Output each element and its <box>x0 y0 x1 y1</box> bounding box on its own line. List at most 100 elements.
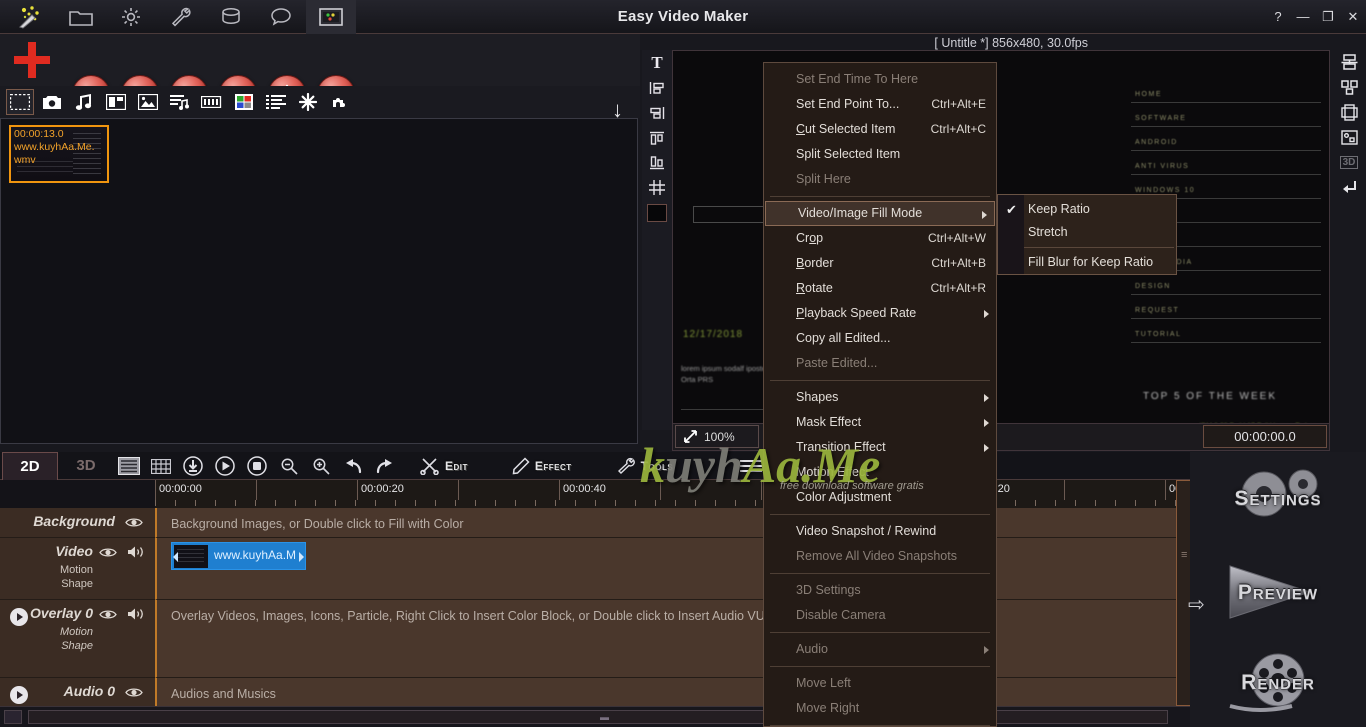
menu-item-split-selected-item[interactable]: Split Selected Item <box>764 142 996 167</box>
track-sub-motion[interactable]: Motion <box>60 564 93 576</box>
submenu-item-keep-ratio[interactable]: ✔ Keep Ratio <box>998 198 1176 221</box>
close-button[interactable]: ✕ <box>1346 10 1360 24</box>
track-head[interactable]: Video Motion Shape <box>0 538 155 600</box>
menu-item-mask-effect[interactable]: Mask Effect <box>764 410 996 435</box>
effect-menu-button[interactable]: Effect <box>512 457 572 475</box>
submenu-item-stretch[interactable]: Stretch <box>998 221 1176 244</box>
track-sub-shape[interactable]: Shape <box>61 578 93 590</box>
track-body[interactable]: Overlay Videos, Images, Icons, Particle,… <box>155 600 1190 678</box>
menu-item-border[interactable]: Border Ctrl+Alt+B <box>764 251 996 276</box>
track-head[interactable]: Background <box>0 508 155 538</box>
menu-item-video-image-fill-mode[interactable]: Video/Image Fill Mode <box>765 201 995 226</box>
grid-icon[interactable] <box>642 175 672 200</box>
menu-item-cut-selected-item[interactable]: Cut Selected Item Ctrl+Alt+C <box>764 117 996 142</box>
track-background[interactable]: Background Background Images, or Double … <box>0 508 1190 538</box>
menu-item-transition-effect[interactable]: Transition Effect <box>764 435 996 460</box>
track-list-button[interactable] <box>118 455 140 477</box>
color-block-icon[interactable] <box>230 89 258 115</box>
storyboard-button[interactable] <box>150 455 172 477</box>
timeline-ruler[interactable]: 00:00:00 00:00:20 00:00:40 00:01:00 00:0… <box>0 480 1212 508</box>
stop-button[interactable] <box>246 455 268 477</box>
menu-item-set-end-point-to[interactable]: Set End Point To... Ctrl+Alt+E <box>764 92 996 117</box>
puzzle-icon[interactable] <box>326 89 354 115</box>
render-action[interactable]: Render <box>1208 652 1348 714</box>
media-library-panel[interactable]: ↓ 00:00:13.0 www.kuyhAa.Me. wmv <box>0 97 638 444</box>
track-video[interactable]: Video Motion Shape www.kuyhAa.M <box>0 538 1190 600</box>
submenu-item-fill-blur[interactable]: Fill Blur for Keep Ratio <box>998 251 1176 274</box>
edit-menu-button[interactable]: Edit <box>420 457 468 475</box>
eye-icon[interactable] <box>125 516 143 530</box>
video-clip[interactable]: www.kuyhAa.M <box>171 542 306 570</box>
speaker-icon[interactable] <box>127 607 145 621</box>
timeline-horizontal-scrollbar[interactable]: ▬ <box>0 706 1190 727</box>
align-right-icon[interactable] <box>642 100 672 125</box>
particle-star-icon[interactable] <box>294 89 322 115</box>
settings-action[interactable]: Settings <box>1208 468 1348 530</box>
track-body[interactable]: Background Images, or Double click to Fi… <box>155 508 1190 538</box>
expand-toggle[interactable] <box>10 686 28 704</box>
eye-icon[interactable] <box>125 686 143 700</box>
zoom-in-button[interactable] <box>310 455 332 477</box>
menu-item-playback-speed-rate[interactable]: Playback Speed Rate <box>764 301 996 326</box>
align-bottom-icon[interactable] <box>642 150 672 175</box>
undo-arrow-icon[interactable] <box>1332 175 1366 200</box>
audio-list-icon[interactable] <box>166 89 194 115</box>
clip-left-handle[interactable] <box>173 552 178 562</box>
ruler-mark-minor <box>458 480 462 500</box>
clip-right-handle[interactable] <box>299 552 304 562</box>
color-swatch[interactable] <box>647 204 667 222</box>
menu-item-video-snapshot-rewind[interactable]: Video Snapshot / Rewind <box>764 519 996 544</box>
eye-icon[interactable] <box>99 608 117 622</box>
zoom-out-button[interactable] <box>278 455 300 477</box>
menu-item-rotate[interactable]: Rotate Ctrl+Alt+R <box>764 276 996 301</box>
track-body[interactable]: www.kuyhAa.M <box>155 538 1190 600</box>
tab-2d[interactable]: 2D <box>2 452 58 480</box>
eye-icon[interactable] <box>99 546 117 560</box>
menu-item-copy-all-edited[interactable]: Copy all Edited... <box>764 326 996 351</box>
menu-item-crop[interactable]: Crop Ctrl+Alt+W <box>764 226 996 251</box>
video-filmstrip-icon[interactable] <box>6 89 34 115</box>
minimize-button[interactable]: — <box>1296 10 1310 24</box>
maximize-button[interactable]: ❐ <box>1321 10 1335 24</box>
library-item[interactable]: 00:00:13.0 www.kuyhAa.Me. wmv <box>9 125 109 183</box>
play-button[interactable] <box>214 455 236 477</box>
tools-menu-button[interactable]: Tools <box>616 457 674 475</box>
track-overlay-0[interactable]: Overlay 0 Motion Shape Overlay Videos, I… <box>0 600 1190 678</box>
menu-item-motion-effect[interactable]: Motion Effect <box>764 460 996 485</box>
layout-split-icon[interactable] <box>1332 50 1366 75</box>
menu-item-shapes[interactable]: Shapes <box>764 385 996 410</box>
image-icon[interactable] <box>134 89 162 115</box>
speaker-icon[interactable] <box>127 545 145 559</box>
download-icon[interactable]: ↓ <box>612 97 623 123</box>
track-head[interactable]: Overlay 0 Motion Shape <box>0 600 155 678</box>
preview-action[interactable]: Preview <box>1208 562 1348 624</box>
track-sub-shape[interactable]: Shape <box>61 640 93 652</box>
align-top-icon[interactable] <box>642 125 672 150</box>
align-left-icon[interactable] <box>642 75 672 100</box>
track-sub-motion[interactable]: Motion <box>60 626 93 638</box>
layout-multi-icon[interactable] <box>1332 100 1366 125</box>
export-button[interactable] <box>182 455 204 477</box>
layout-pip-icon[interactable] <box>1332 125 1366 150</box>
text-tool-icon[interactable]: T <box>642 50 672 75</box>
timeline-hamburger-button[interactable] <box>740 457 762 475</box>
clip-icon[interactable] <box>102 89 130 115</box>
text-lines-icon[interactable] <box>262 89 290 115</box>
scroll-left-button[interactable] <box>4 710 22 724</box>
context-menu[interactable]: Set End Time To Here Set End Point To...… <box>763 62 997 727</box>
music-note-icon[interactable] <box>70 89 98 115</box>
fill-mode-submenu[interactable]: ✔ Keep Ratio Stretch Fill Blur for Keep … <box>997 194 1177 275</box>
layout-grid-icon[interactable] <box>1332 75 1366 100</box>
redo-button[interactable] <box>374 455 396 477</box>
undo-button[interactable] <box>342 455 364 477</box>
tab-3d[interactable]: 3D <box>58 452 114 480</box>
scroll-thumb[interactable] <box>28 710 1168 724</box>
camera-icon[interactable] <box>38 89 66 115</box>
menu-item-color-adjustment[interactable]: Color Adjustment <box>764 485 996 510</box>
help-button[interactable]: ? <box>1271 10 1285 24</box>
expand-toggle[interactable] <box>10 608 28 626</box>
preview-zoom-control[interactable]: 100% <box>675 425 759 448</box>
add-media-button[interactable] <box>12 40 52 80</box>
3d-mode-icon[interactable]: 3D <box>1332 150 1366 175</box>
battery-icon[interactable] <box>198 89 226 115</box>
